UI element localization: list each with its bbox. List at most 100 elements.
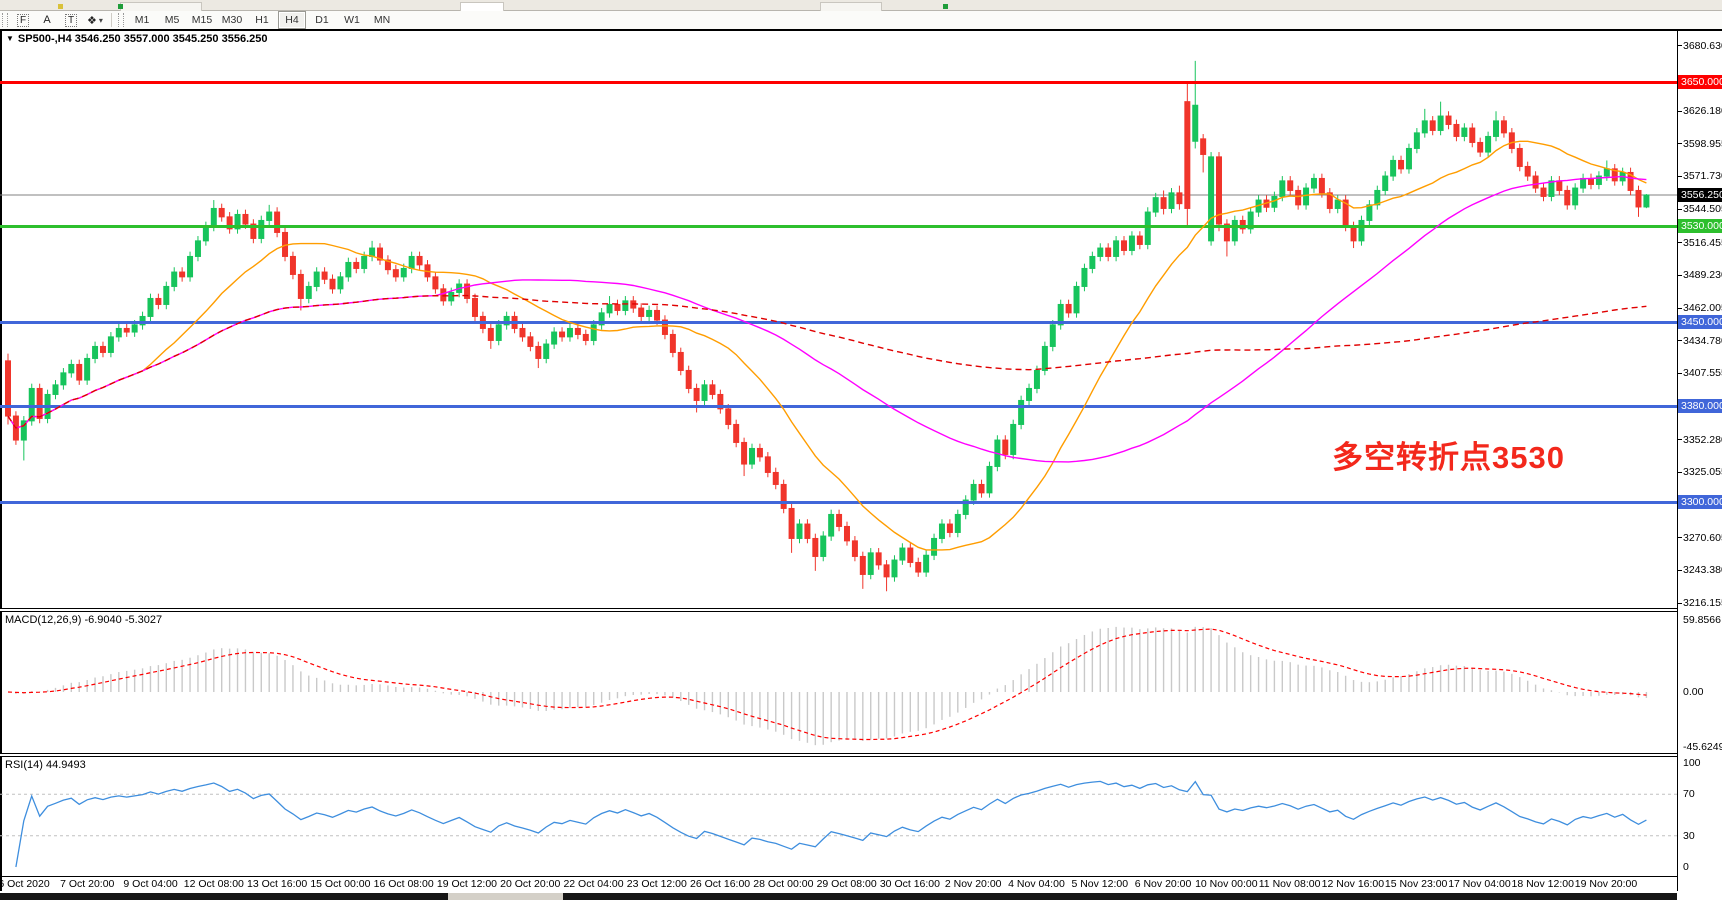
- candle-down: [575, 328, 580, 334]
- macd-indicator-label: MACD(12,26,9) -6.9040 -5.3027: [5, 614, 162, 626]
- candle-up: [306, 286, 311, 298]
- candle-up: [1391, 160, 1396, 176]
- candle-up: [61, 373, 66, 385]
- time-tick-label: 30 Oct 16:00: [880, 878, 940, 890]
- candle-down: [813, 538, 818, 556]
- chart-annotation-text[interactable]: 多空转折点3530: [1332, 432, 1565, 477]
- candle-up: [1169, 193, 1174, 209]
- candle-down: [773, 472, 778, 484]
- candle-up: [1422, 121, 1427, 133]
- candle-down: [520, 328, 525, 336]
- candle-down: [639, 308, 644, 316]
- candle-down: [560, 332, 565, 337]
- candle-down: [219, 208, 224, 216]
- time-tick-label: 13 Oct 16:00: [247, 878, 307, 890]
- price-tick-mark: [1677, 570, 1682, 571]
- candle-up: [607, 304, 612, 312]
- candle-down: [441, 289, 446, 301]
- candle-up: [496, 325, 501, 341]
- time-tick-label: 11 Nov 08:00: [1259, 878, 1321, 890]
- candle-down: [1003, 440, 1008, 454]
- candle-up: [1193, 105, 1198, 141]
- candle-down: [694, 388, 699, 400]
- candle-up: [362, 256, 367, 268]
- candle-up: [829, 514, 834, 536]
- candle-up: [1604, 169, 1609, 176]
- candle-down: [1201, 139, 1206, 155]
- candle-down: [734, 424, 739, 442]
- candle-down: [837, 514, 842, 526]
- candle-down: [805, 524, 810, 538]
- candle-down: [536, 346, 541, 358]
- symbol-ohlc-header[interactable]: ▼ SP500-,H4 3546.250 3557.000 3545.250 35…: [6, 33, 267, 45]
- candle-down: [100, 346, 105, 352]
- candle-up: [1019, 400, 1024, 424]
- candle-down: [1161, 198, 1166, 209]
- rsi-indicator-label: RSI(14) 44.9493: [5, 759, 86, 771]
- price-tick-label: 3352.280: [1683, 434, 1722, 446]
- candle-down: [655, 310, 660, 320]
- time-tick-label: 9 Oct 04:00: [123, 878, 177, 890]
- price-tick-mark: [1677, 340, 1682, 341]
- chevron-down-icon[interactable]: ▼: [6, 34, 14, 43]
- candle-up: [987, 466, 992, 492]
- current-price-badge: 3556.250: [1678, 188, 1722, 202]
- candle-down: [528, 337, 533, 347]
- candle-down: [1446, 116, 1451, 124]
- candle-up: [1549, 181, 1554, 197]
- candle-down: [884, 565, 889, 577]
- candle-up: [53, 385, 58, 395]
- candle-up: [924, 555, 929, 572]
- candle-down: [583, 334, 588, 340]
- price-tick-label: 3407.555: [1683, 367, 1722, 379]
- candle-up: [132, 325, 137, 332]
- candle-up: [900, 548, 905, 560]
- candle-down: [1636, 190, 1641, 207]
- candle-up: [1209, 157, 1214, 241]
- candle-down: [1430, 121, 1435, 131]
- candle-up: [1494, 121, 1499, 137]
- candle-down: [726, 409, 731, 425]
- candle-down: [947, 524, 952, 532]
- candle-up: [591, 325, 596, 341]
- time-tick-label: 15 Nov 23:00: [1385, 878, 1447, 890]
- time-tick-label: 12 Oct 08:00: [184, 878, 244, 890]
- candle-down: [844, 526, 849, 540]
- rsi-tick-label: 0: [1683, 861, 1689, 873]
- candle-down: [417, 256, 422, 264]
- candle-up: [1082, 268, 1087, 286]
- candle-up: [868, 553, 873, 575]
- time-tick-label: 20 Oct 20:00: [500, 878, 560, 890]
- price-tick-mark: [1677, 176, 1682, 177]
- price-tick-mark: [1677, 209, 1682, 210]
- candle-up: [955, 514, 960, 532]
- candle-up: [1486, 136, 1491, 152]
- price-tick-mark: [1677, 472, 1682, 473]
- candle-up: [259, 220, 264, 238]
- candle-down: [488, 328, 493, 340]
- candle-up: [892, 560, 897, 577]
- price-tick-label: 3325.055: [1683, 466, 1722, 478]
- time-tick-label: 17 Nov 04:00: [1448, 878, 1510, 890]
- header-text: SP500-,H4 3546.250 3557.000 3545.250 355…: [18, 33, 268, 45]
- candle-up: [93, 346, 98, 358]
- candle-down: [1351, 226, 1356, 240]
- horizontal-scrollbar[interactable]: [0, 893, 1677, 900]
- candle-up: [211, 208, 216, 226]
- candle-up: [750, 448, 755, 464]
- candle-up: [567, 328, 572, 336]
- candle-down: [322, 272, 327, 279]
- candle-down: [330, 279, 335, 289]
- time-tick-label: 19 Oct 12:00: [437, 878, 497, 890]
- candle-up: [164, 286, 169, 304]
- scrollbar-thumb[interactable]: [448, 893, 563, 900]
- time-tick-label: 18 Nov 12:00: [1511, 878, 1573, 890]
- level-price-badge: 3300.000: [1678, 495, 1722, 509]
- candle-down: [615, 304, 620, 310]
- price-tick-mark: [1677, 275, 1682, 276]
- candle-up: [939, 524, 944, 538]
- candle-up: [1027, 388, 1032, 400]
- candle-down: [1066, 304, 1071, 312]
- candle-down: [243, 214, 248, 224]
- candle-up: [449, 292, 454, 300]
